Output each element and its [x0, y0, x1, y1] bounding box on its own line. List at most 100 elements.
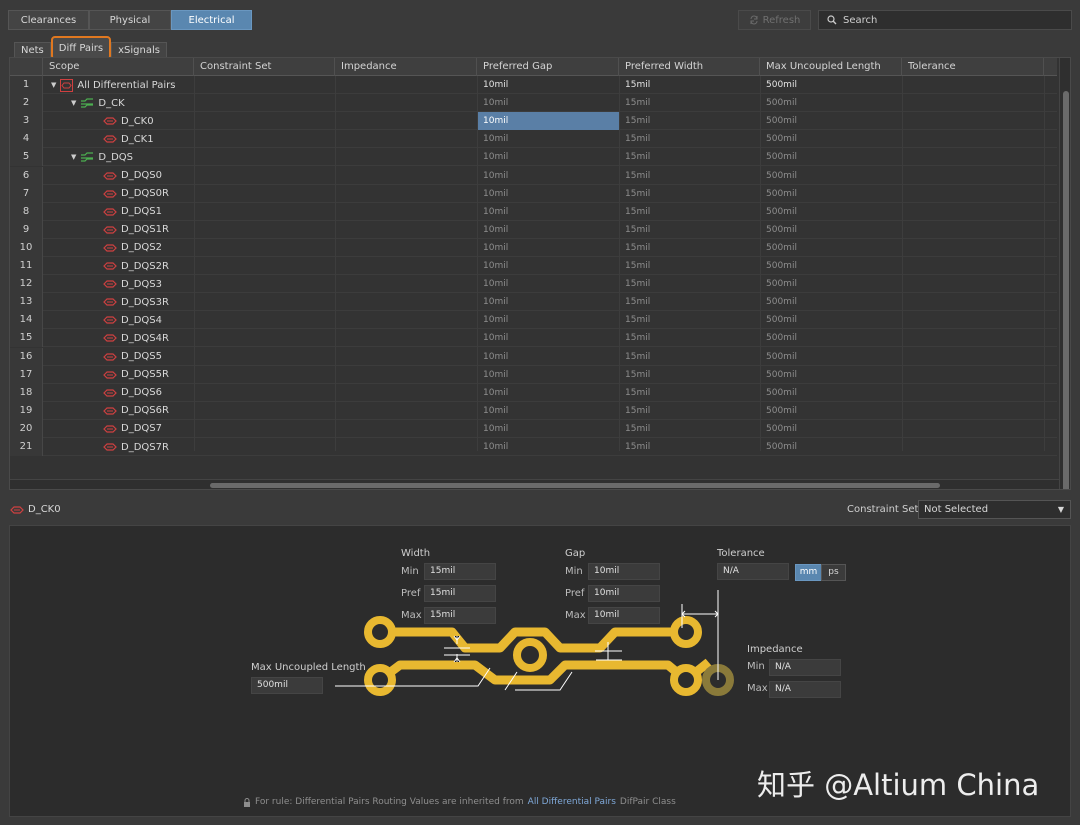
header-impedance[interactable]: Impedance — [335, 58, 477, 76]
header-constraint-set[interactable]: Constraint Set — [194, 58, 335, 76]
expand-arrow-icon[interactable]: ▼ — [71, 153, 76, 161]
preferred-gap-cell[interactable]: 10mil — [477, 185, 619, 203]
preferred-gap-cell[interactable]: 10mil — [477, 203, 619, 221]
impedance-max-field[interactable]: N/A — [769, 681, 841, 698]
max-uncoupled-cell[interactable]: 500mil — [760, 438, 902, 456]
impedance-min-field[interactable]: N/A — [769, 659, 841, 676]
preferred-gap-cell[interactable]: 10mil — [477, 311, 619, 329]
preferred-gap-cell[interactable]: 10mil — [477, 94, 619, 112]
gap-min-field[interactable]: 10mil — [588, 563, 660, 580]
preferred-gap-cell[interactable]: 10mil — [477, 239, 619, 257]
preferred-width-cell[interactable]: 15mil — [619, 130, 760, 148]
preferred-width-cell[interactable]: 15mil — [619, 348, 760, 366]
preferred-width-cell[interactable]: 15mil — [619, 257, 760, 275]
max-uncoupled-cell[interactable]: 500mil — [760, 275, 902, 293]
preferred-width-cell[interactable]: 15mil — [619, 366, 760, 384]
scope-cell[interactable]: D_DQS1 — [103, 203, 162, 221]
max-uncoupled-cell[interactable]: 500mil — [760, 221, 902, 239]
tab-nets[interactable]: Nets — [14, 41, 51, 59]
preferred-gap-cell[interactable]: 10mil — [477, 221, 619, 239]
tab-xsignals[interactable]: xSignals — [111, 41, 167, 59]
max-uncoupled-cell[interactable]: 500mil — [760, 167, 902, 185]
table-row[interactable]: 6 D_DQS0 10mil 15mil 500mil — [10, 166, 1057, 185]
preferred-width-cell[interactable]: 15mil — [619, 311, 760, 329]
max-uncoupled-cell[interactable]: 500mil — [760, 293, 902, 311]
table-row[interactable]: 21 D_DQS7R 10mil 15mil 500mil — [10, 438, 1057, 456]
expand-arrow-icon[interactable]: ▼ — [71, 99, 76, 107]
max-uncoupled-cell[interactable]: 500mil — [760, 329, 902, 347]
preferred-gap-cell[interactable]: 10mil — [477, 76, 619, 94]
table-row[interactable]: 5 ▼ D_DQS 10mil 15mil 500mil — [10, 148, 1057, 167]
tab-electrical[interactable]: Electrical — [171, 10, 252, 30]
max-uncoupled-cell[interactable]: 500mil — [760, 185, 902, 203]
constraint-set-select[interactable]: Not Selected ▼ — [918, 500, 1071, 519]
footer-class-link[interactable]: All Differential Pairs — [528, 797, 616, 807]
preferred-width-cell[interactable]: 15mil — [619, 94, 760, 112]
width-pref-field[interactable]: 15mil — [424, 585, 496, 602]
tab-clearances[interactable]: Clearances — [8, 10, 89, 30]
scope-cell[interactable]: D_DQS5 — [103, 348, 162, 366]
preferred-gap-cell[interactable]: 10mil — [477, 420, 619, 438]
tab-physical[interactable]: Physical — [89, 10, 171, 30]
scope-cell[interactable]: D_DQS5R — [103, 366, 169, 384]
table-row[interactable]: 3 D_CK0 10mil 15mil 500mil — [10, 112, 1057, 131]
scope-cell[interactable]: ▼ D_DQS — [71, 148, 133, 166]
scope-cell[interactable]: D_DQS0 — [103, 167, 162, 185]
max-uncoupled-cell[interactable]: 500mil — [760, 112, 902, 130]
header-scope[interactable]: Scope — [43, 58, 194, 76]
preferred-width-cell[interactable]: 15mil — [619, 221, 760, 239]
scope-cell[interactable]: D_DQS2R — [103, 257, 169, 275]
preferred-width-cell[interactable]: 15mil — [619, 384, 760, 402]
max-uncoupled-cell[interactable]: 500mil — [760, 94, 902, 112]
max-uncoupled-cell[interactable]: 500mil — [760, 148, 902, 166]
scope-cell[interactable]: ▼ All Differential Pairs — [51, 76, 175, 94]
table-row[interactable]: 12 D_DQS3 10mil 15mil 500mil — [10, 275, 1057, 294]
preferred-width-cell[interactable]: 15mil — [619, 438, 760, 456]
table-row[interactable]: 9 D_DQS1R 10mil 15mil 500mil — [10, 220, 1057, 239]
max-uncoupled-cell[interactable]: 500mil — [760, 384, 902, 402]
table-row[interactable]: 8 D_DQS1 10mil 15mil 500mil — [10, 202, 1057, 221]
horizontal-scrollbar[interactable] — [10, 479, 1059, 489]
tolerance-field[interactable]: N/A — [717, 563, 789, 580]
scope-cell[interactable]: D_DQS3 — [103, 275, 162, 293]
scope-cell[interactable]: D_DQS4 — [103, 311, 162, 329]
max-uncoupled-cell[interactable]: 500mil — [760, 76, 902, 94]
scope-cell[interactable]: D_DQS7 — [103, 420, 162, 438]
preferred-width-cell[interactable]: 15mil — [619, 293, 760, 311]
preferred-gap-cell[interactable]: 10mil — [477, 384, 619, 402]
preferred-width-cell[interactable]: 15mil — [619, 76, 760, 94]
horizontal-scroll-thumb[interactable] — [210, 483, 940, 488]
header-preferred-width[interactable]: Preferred Width — [619, 58, 760, 76]
table-row[interactable]: 4 D_CK1 10mil 15mil 500mil — [10, 130, 1057, 149]
search-input[interactable]: Search — [818, 10, 1072, 30]
table-row[interactable]: 2 ▼ D_CK 10mil 15mil 500mil — [10, 94, 1057, 113]
max-uncoupled-cell[interactable]: 500mil — [760, 366, 902, 384]
table-row[interactable]: 15 D_DQS4R 10mil 15mil 500mil — [10, 329, 1057, 348]
preferred-gap-cell[interactable]: 10mil — [477, 402, 619, 420]
preferred-gap-cell[interactable]: 10mil — [477, 167, 619, 185]
max-uncoupled-cell[interactable]: 500mil — [760, 420, 902, 438]
preferred-gap-cell[interactable]: 10mil — [477, 130, 619, 148]
header-preferred-gap[interactable]: Preferred Gap — [477, 58, 619, 76]
table-row[interactable]: 1 ▼ All Differential Pairs 10mil 15mil 500mil — [10, 76, 1057, 94]
table-row[interactable]: 11 D_DQS2R 10mil 15mil 500mil — [10, 257, 1057, 275]
max-uncoupled-cell[interactable]: 500mil — [760, 311, 902, 329]
vertical-scroll-thumb[interactable] — [1063, 91, 1069, 489]
preferred-width-cell[interactable]: 15mil — [619, 167, 760, 185]
table-row[interactable]: 19 D_DQS6R 10mil 15mil 500mil — [10, 401, 1057, 420]
table-row[interactable]: 7 D_DQS0R 10mil 15mil 500mil — [10, 184, 1057, 203]
vertical-scrollbar[interactable] — [1059, 58, 1070, 489]
preferred-width-cell[interactable]: 15mil — [619, 112, 760, 130]
refresh-button[interactable]: Refresh — [738, 10, 811, 30]
width-max-field[interactable]: 15mil — [424, 607, 496, 624]
scope-cell[interactable]: D_DQS3R — [103, 293, 169, 311]
max-uncoupled-cell[interactable]: 500mil — [760, 239, 902, 257]
table-row[interactable]: 17 D_DQS5R 10mil 15mil 500mil — [10, 365, 1057, 384]
table-row[interactable]: 18 D_DQS6 10mil 15mil 500mil — [10, 383, 1057, 402]
header-max-uncoupled-length[interactable]: Max Uncoupled Length — [760, 58, 902, 76]
preferred-gap-cell[interactable]: 10mil — [477, 366, 619, 384]
unit-ps-toggle[interactable]: ps — [821, 564, 846, 581]
preferred-gap-cell[interactable]: 10mil — [477, 348, 619, 366]
max-uncoupled-cell[interactable]: 500mil — [760, 203, 902, 221]
preferred-gap-cell[interactable]: 10mil — [477, 293, 619, 311]
